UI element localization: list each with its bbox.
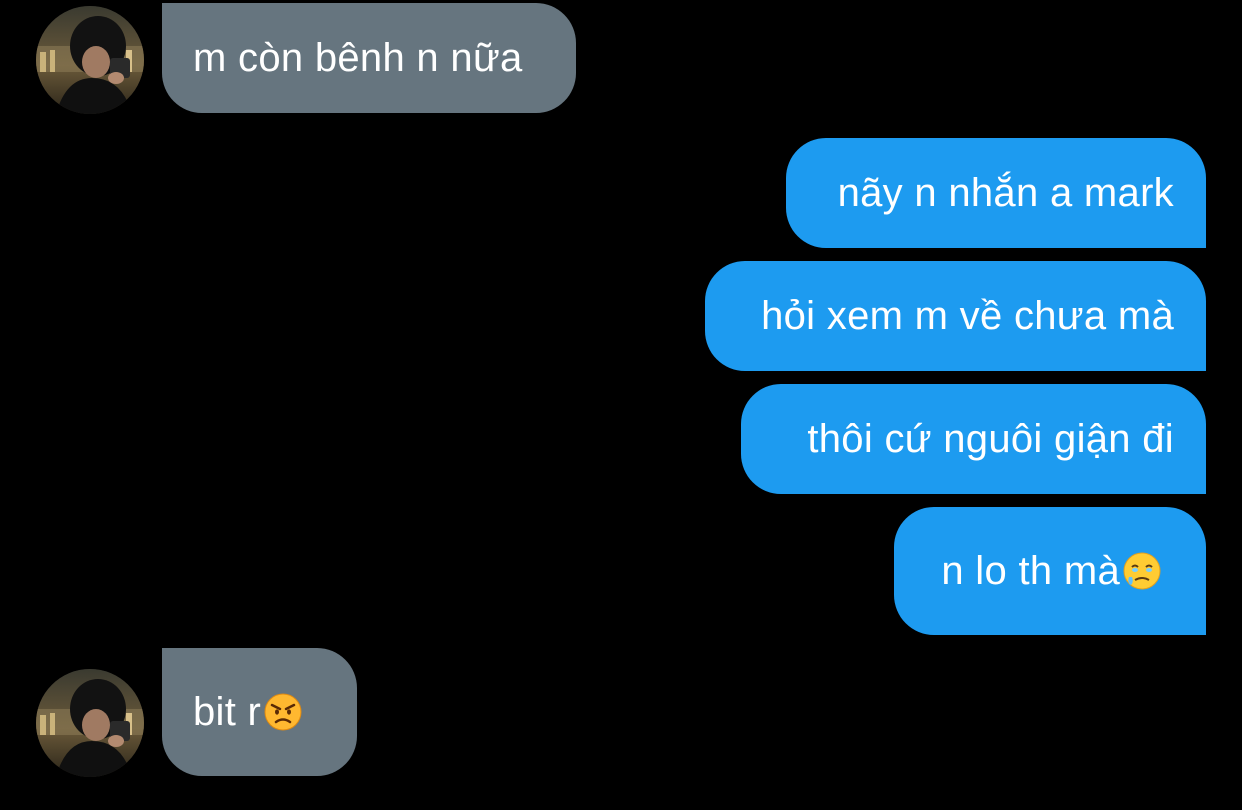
incoming-message-bubble[interactable]: bit r	[162, 648, 357, 776]
message-text: bit r	[193, 690, 262, 734]
outgoing-message-bubble[interactable]: hỏi xem m về chưa mà	[705, 261, 1206, 371]
message-text: n lo th mà	[941, 549, 1120, 593]
avatar-photo-icon	[36, 6, 144, 114]
avatar-photo-icon	[36, 669, 144, 777]
message-text: hỏi xem m về chưa mà	[761, 294, 1174, 338]
outgoing-message-bubble[interactable]: nãy n nhắn a mark	[786, 138, 1206, 248]
face-holding-back-tears-icon	[1122, 551, 1162, 591]
outgoing-message-bubble[interactable]: thôi cứ nguôi giận đi	[741, 384, 1206, 494]
message-text: nãy n nhắn a mark	[837, 171, 1174, 215]
sender-avatar[interactable]	[36, 669, 144, 777]
message-text: m còn bênh n nữa	[193, 36, 523, 80]
sender-avatar[interactable]	[36, 6, 144, 114]
message-text: thôi cứ nguôi giận đi	[807, 417, 1174, 461]
outgoing-message-bubble[interactable]: n lo th mà	[894, 507, 1206, 635]
angry-face-icon	[263, 692, 303, 732]
incoming-message-bubble[interactable]: m còn bênh n nữa	[162, 3, 576, 113]
